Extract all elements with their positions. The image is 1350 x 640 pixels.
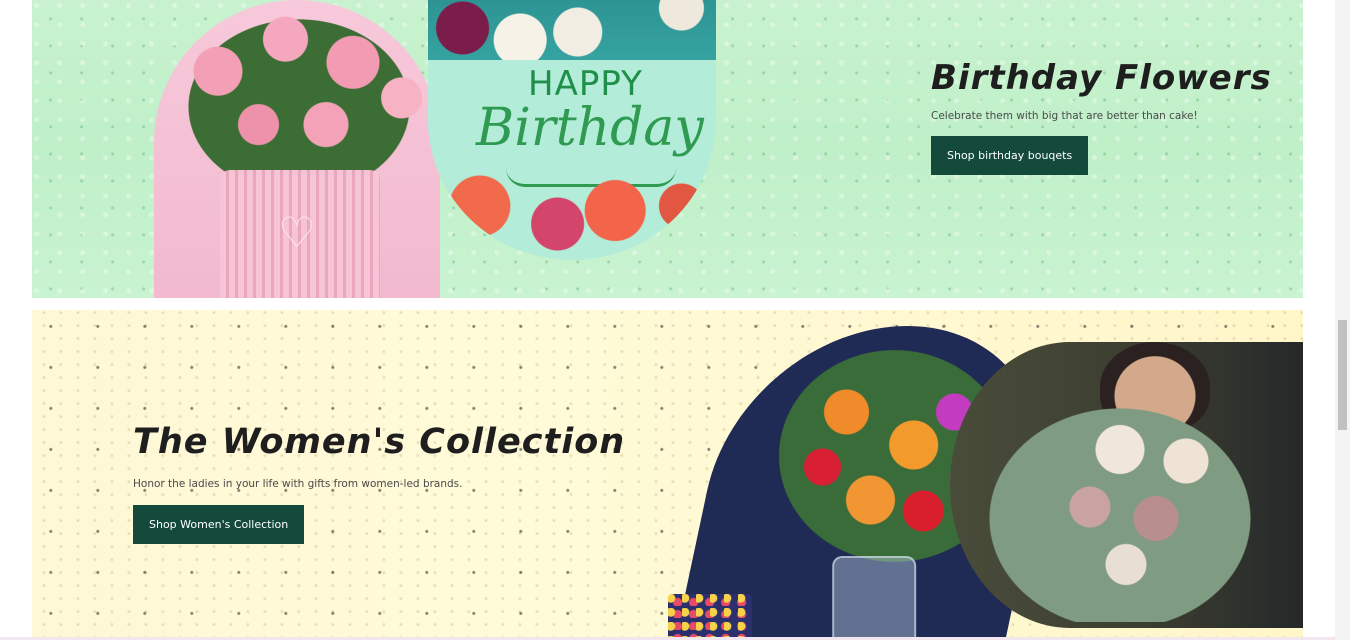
pink-roses-plant-image: ♡ <box>154 0 440 298</box>
shop-birthday-bouquets-button[interactable]: Shop birthday bouqets <box>931 136 1089 175</box>
womens-text-block: The Women's Collection Honor the ladies … <box>133 422 625 544</box>
birthday-description: Celebrate them with big that are better … <box>931 110 1198 122</box>
scrollbar-thumb[interactable] <box>1338 320 1347 430</box>
muted-rose-bouquet <box>970 392 1270 622</box>
birthday-text-block: Birthday Flowers Celebrate them with big… <box>931 58 1272 175</box>
womens-collection-description: Honor the ladies in your life with gifts… <box>133 478 463 490</box>
happy-birthday-card-image: HAPPY Birthday <box>428 0 716 260</box>
page: ♡ HAPPY Birthday Birthday Flowers Celebr… <box>0 0 1350 640</box>
womens-collection-banner: The Women's Collection Honor the ladies … <box>32 310 1303 640</box>
birthday-flowers-banner: ♡ HAPPY Birthday Birthday Flowers Celebr… <box>32 0 1303 298</box>
womens-collection-title: The Women's Collection <box>133 422 626 462</box>
heart-icon: ♡ <box>278 208 316 257</box>
card-birthday-text: Birthday <box>476 98 704 158</box>
birthday-title: Birthday Flowers <box>931 58 1272 98</box>
card-bottom-flowers <box>428 170 716 260</box>
ribbed-pink-pot: ♡ <box>220 170 380 298</box>
shop-womens-collection-button[interactable]: Shop Women's Collection <box>133 505 305 544</box>
page-scrollbar[interactable] <box>1335 0 1350 640</box>
floral-gift-box <box>668 594 752 640</box>
card-top-flowers <box>428 0 716 60</box>
roses-bloom <box>164 0 434 178</box>
couple-with-bouquet-image <box>950 342 1303 628</box>
glass-vase <box>832 556 917 640</box>
